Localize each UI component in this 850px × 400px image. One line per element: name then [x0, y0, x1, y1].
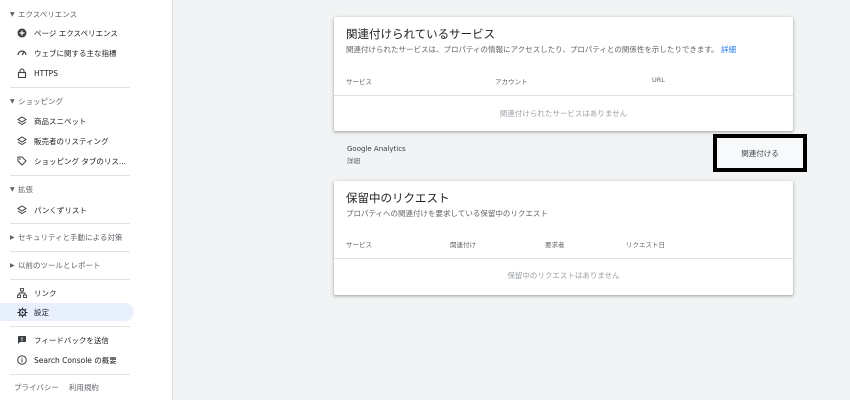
- section-shopping[interactable]: ▼ ショッピング: [10, 94, 63, 108]
- tag-icon: [16, 155, 28, 167]
- card-title: 保留中のリクエスト: [346, 191, 450, 205]
- details-link[interactable]: 詳細: [347, 155, 360, 165]
- section-label: 以前のツールとレポート: [18, 260, 101, 270]
- plus-circle-icon: [16, 27, 28, 39]
- sidebar-item-label: ショッピング タブのリス...: [34, 156, 127, 166]
- sidebar-item-label: 商品スニペット: [34, 116, 87, 126]
- diamond-icon: [16, 115, 28, 127]
- sidebar-item-label: HTTPS: [34, 68, 58, 78]
- gear-icon: [16, 306, 28, 318]
- service-name: Google Analytics: [347, 145, 406, 153]
- divider: [334, 95, 793, 96]
- section-label: 拡張: [18, 184, 33, 194]
- sidebar-item-breadcrumbs[interactable]: パンくずリスト: [0, 201, 134, 219]
- sidebar-item-shopping-tab-listings[interactable]: ショッピング タブのリス...: [0, 152, 134, 170]
- card-description: 関連付けられたサービスは、プロパティの情報にアクセスしたり、プロパティとの関係性…: [346, 44, 736, 55]
- section-legacy-tools[interactable]: ▶ 以前のツールとレポート: [10, 258, 101, 272]
- caret-down-icon: ▼: [10, 97, 15, 105]
- column-header-url: URL: [652, 76, 665, 84]
- card-title: 関連付けられているサービス: [346, 27, 496, 41]
- empty-state-text: 保留中のリクエストはありません: [507, 271, 620, 280]
- sidebar-item-label: 販売者のリスティング: [34, 136, 109, 146]
- sidebar-item-settings[interactable]: 設定: [0, 303, 134, 321]
- card-description: プロパティへの関連付けを要求している保留中のリクエスト: [346, 209, 548, 218]
- sidebar-item-label: ページ エクスペリエンス: [34, 28, 118, 38]
- empty-state-text: 関連付けられたサービスはありません: [499, 109, 628, 118]
- sidebar-item-label: Search Console の概要: [34, 355, 117, 365]
- info-icon: [16, 354, 28, 366]
- caret-right-icon: ▶: [10, 261, 15, 269]
- caret-down-icon: ▼: [10, 185, 15, 193]
- feedback-icon: [16, 334, 28, 346]
- column-header-link: 関連付け: [450, 241, 476, 249]
- speedometer-icon: [16, 47, 28, 59]
- divider: [10, 326, 130, 327]
- associate-button[interactable]: 関連付ける: [713, 134, 807, 172]
- divider: [10, 251, 130, 252]
- divider: [10, 87, 130, 88]
- sidebar-item-label: フィードバックを送信: [34, 335, 109, 345]
- section-experience[interactable]: ▼ エクスペリエンス: [10, 7, 77, 21]
- sidebar-item-feedback[interactable]: フィードバックを送信: [0, 331, 134, 349]
- sidebar-item-product-snippets[interactable]: 商品スニペット: [0, 112, 134, 130]
- section-label: エクスペリエンス: [18, 9, 78, 19]
- lock-icon: [16, 67, 28, 79]
- sidebar-item-page-experience[interactable]: ページ エクスペリエンス: [0, 24, 134, 42]
- sidebar-item-merchant-listings[interactable]: 販売者のリスティング: [0, 132, 134, 150]
- caret-down-icon: ▼: [10, 10, 15, 18]
- sidebar: ▼ エクスペリエンス ページ エクスペリエンス ウェブに関する主な指標 HTTP…: [0, 0, 140, 400]
- associated-services-card: 関連付けられているサービス 関連付けられたサービスは、プロパティの情報にアクセス…: [334, 17, 793, 131]
- caret-right-icon: ▶: [10, 233, 15, 241]
- sidebar-item-label: 設定: [34, 307, 49, 317]
- sidebar-item-about[interactable]: Search Console の概要: [0, 351, 134, 369]
- column-header-service: サービス: [346, 241, 372, 249]
- diamond-icon: [16, 204, 28, 216]
- pending-requests-card: 保留中のリクエスト プロパティへの関連付けを要求している保留中のリクエスト サー…: [334, 181, 793, 295]
- sidebar-item-core-web-vitals[interactable]: ウェブに関する主な指標: [0, 44, 134, 62]
- sidebar-item-https[interactable]: HTTPS: [0, 64, 134, 82]
- sidebar-item-label: リンク: [34, 288, 57, 298]
- diamond-icon: [16, 135, 28, 147]
- section-enhancements[interactable]: ▼ 拡張: [10, 182, 33, 196]
- sidebar-item-links[interactable]: リンク: [0, 284, 134, 302]
- privacy-link[interactable]: プライバシー: [14, 382, 59, 393]
- terms-link[interactable]: 利用規約: [69, 382, 99, 393]
- learn-more-link[interactable]: 詳細: [721, 45, 736, 54]
- section-security[interactable]: ▶ セキュリティと手動による対策: [10, 230, 122, 244]
- column-header-request-date: リクエスト日: [626, 241, 665, 249]
- column-header-requester: 要求者: [545, 241, 565, 249]
- section-label: ショッピング: [18, 96, 63, 106]
- column-header-account: アカウント: [495, 78, 528, 86]
- sitemap-icon: [16, 287, 28, 299]
- column-header-service: サービス: [346, 78, 372, 86]
- sidebar-item-label: ウェブに関する主な指標: [34, 48, 117, 58]
- section-label: セキュリティと手動による対策: [18, 232, 123, 242]
- sidebar-footer: プライバシー 利用規約: [14, 382, 99, 393]
- divider: [10, 175, 130, 176]
- divider: [10, 279, 130, 280]
- divider: [10, 374, 130, 375]
- sidebar-item-label: パンくずリスト: [34, 205, 87, 215]
- description-text: 関連付けられたサービスは、プロパティの情報にアクセスしたり、プロパティとの関係性…: [346, 45, 719, 54]
- divider: [334, 258, 793, 259]
- divider: [10, 223, 130, 224]
